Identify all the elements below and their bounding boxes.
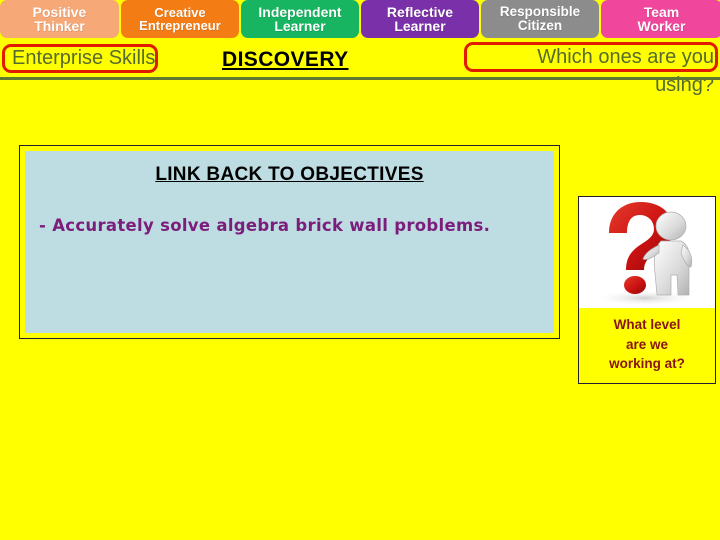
objectives-title: LINK BACK TO OBJECTIVES	[155, 164, 424, 185]
question-level-panel: What level are we working at?	[578, 196, 716, 384]
slide-canvas: Positive Thinker Creative Entrepreneur I…	[0, 0, 720, 540]
tab-reflective-learner[interactable]: Reflective Learner	[361, 0, 479, 38]
tab-label-line1: Independent	[258, 3, 342, 20]
tab-responsible-citizen[interactable]: Responsible Citizen	[481, 0, 599, 38]
objectives-panel: LINK BACK TO OBJECTIVES - Accurately sol…	[19, 145, 560, 339]
question-caption: What level are we working at?	[579, 308, 715, 383]
tab-independent-learner[interactable]: Independent Learner	[241, 0, 359, 38]
objectives-panel-inner: LINK BACK TO OBJECTIVES - Accurately sol…	[25, 151, 554, 333]
tab-label-line1: Responsible	[499, 4, 581, 20]
tab-label-line1: Creative	[154, 4, 206, 20]
enterprise-skills-label: Enterprise Skills	[12, 47, 156, 69]
question-caption-line1: What level	[613, 317, 681, 332]
header-divider	[0, 77, 720, 80]
tab-label-line1: Reflective	[386, 3, 454, 20]
question-caption-line2: are we	[625, 336, 669, 352]
tab-team-worker[interactable]: Team Worker	[601, 0, 720, 38]
question-mark-illustration	[579, 197, 715, 308]
tab-label-line2: Citizen	[517, 18, 563, 33]
tab-label-line1: Team	[643, 3, 680, 20]
question-caption-line3: working at?	[609, 356, 685, 372]
tab-label-line2: Learner	[394, 18, 446, 34]
discovery-heading: DISCOVERY	[222, 48, 349, 71]
tab-label-line2: Entrepreneur	[139, 18, 221, 33]
question-mark-icon	[579, 197, 715, 308]
banner-row: Enterprise Skills DISCOVERY Which ones a…	[0, 38, 720, 96]
tab-label-line2: Worker	[637, 18, 686, 34]
question-mark-dot	[624, 276, 646, 294]
tab-label-line1: Positive	[32, 3, 87, 20]
tab-positive-thinker[interactable]: Positive Thinker	[0, 0, 119, 38]
skills-tab-strip: Positive Thinker Creative Entrepreneur I…	[0, 0, 720, 38]
which-ones-question-line1: Which ones are you	[537, 46, 714, 68]
tab-label-line2: Thinker	[34, 18, 85, 34]
objectives-body-text: - Accurately solve algebra brick wall pr…	[39, 216, 491, 235]
tab-label-line2: Learner	[274, 18, 326, 34]
tab-creative-entrepreneur[interactable]: Creative Entrepreneur	[121, 0, 239, 38]
